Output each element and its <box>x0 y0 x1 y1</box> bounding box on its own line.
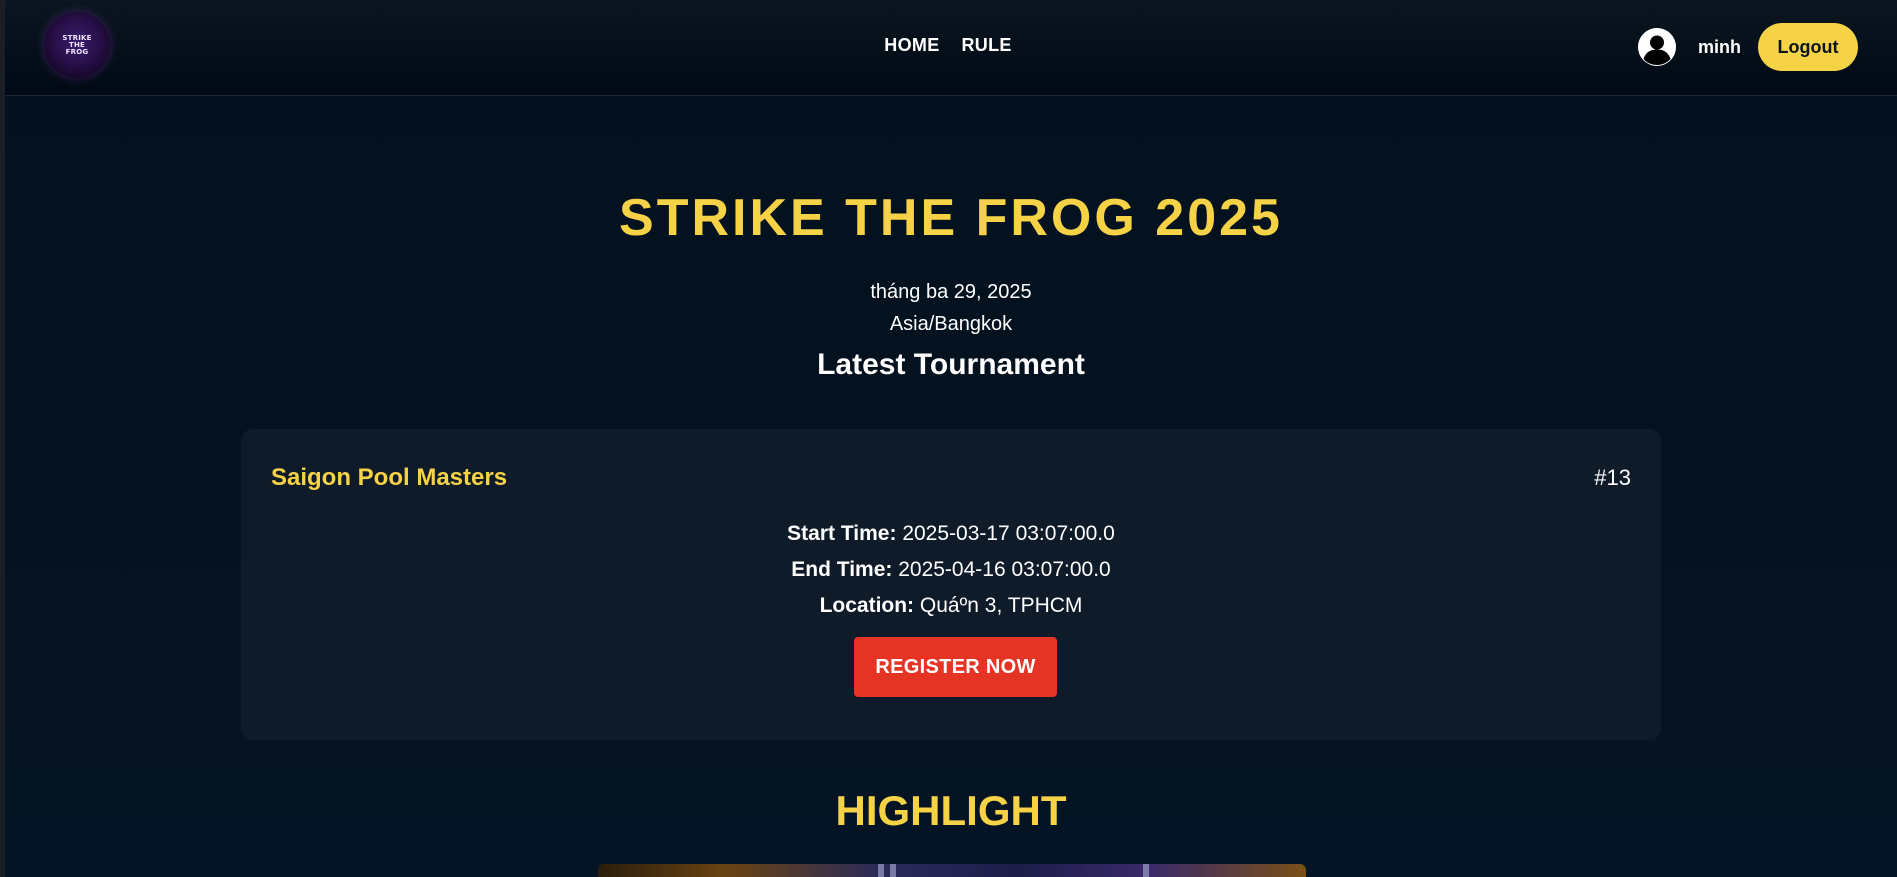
username-label: minh <box>1698 37 1741 57</box>
timezone-label: Asia/Bangkok <box>889 313 1013 335</box>
end-time-value: 2025-04-16 03:07:00.0 <box>898 558 1111 581</box>
nav-home-link[interactable]: HOME <box>884 35 939 56</box>
tournament-id: #13 <box>1594 465 1631 490</box>
location-row: Location: Quáº­n 3, TPHCM <box>241 594 1661 618</box>
start-time-value: 2025-03-17 03:07:00.0 <box>902 522 1115 545</box>
start-time-row: Start Time: 2025-03-17 03:07:00.0 <box>241 522 1661 546</box>
page: STRIKE THE FROG HOME RULE minh Logout ST… <box>0 0 1897 877</box>
location-label: Location: <box>819 594 915 617</box>
highlight-image[interactable] <box>598 864 1306 877</box>
nav-rule-link[interactable]: RULE <box>962 35 1012 56</box>
tournament-card: Saigon Pool Masters #13 Start Time: 2025… <box>241 429 1661 740</box>
current-date: tháng ba 29, 2025 <box>870 281 1032 303</box>
tournament-name: Saigon Pool Masters <box>271 464 508 491</box>
latest-tournament-heading: Latest Tournament <box>817 348 1085 381</box>
location-value: Quáº­n 3, TPHCM <box>919 594 1083 617</box>
logout-button[interactable]: Logout <box>1758 23 1858 71</box>
start-time-label: Start Time: <box>787 522 897 545</box>
top-navbar: STRIKE THE FROG HOME RULE minh Logout <box>5 0 1897 96</box>
end-time-row: End Time: 2025-04-16 03:07:00.0 <box>241 558 1661 582</box>
main-nav: HOME RULE <box>5 35 1897 56</box>
user-avatar-icon[interactable] <box>1638 28 1676 66</box>
end-time-label: End Time: <box>791 558 893 581</box>
page-title: STRIKE THE FROG 2025 <box>619 189 1283 247</box>
register-now-button[interactable]: REGISTER NOW <box>854 637 1057 697</box>
highlight-heading: HIGHLIGHT <box>835 787 1067 834</box>
